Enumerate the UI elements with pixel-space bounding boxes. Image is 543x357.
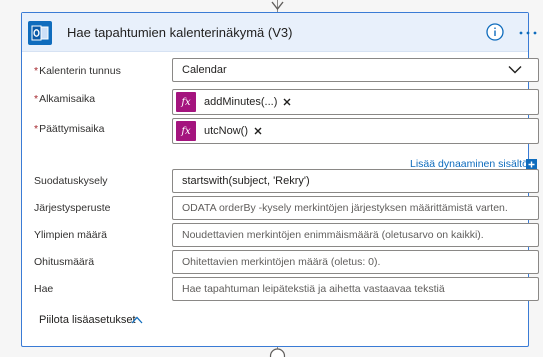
skip-count-field[interactable]: Ohitettavien merkintöjen määrä (oletus: … [172, 250, 539, 274]
search-field[interactable]: Hae tapahtuman leipätekstiä ja aihetta v… [172, 277, 539, 301]
search-label: Hae [34, 283, 54, 295]
filter-query-label: Suodatuskysely [34, 175, 108, 187]
end-time-field[interactable]: fx utcNow() [172, 118, 539, 144]
expression-token[interactable]: fx addMinutes(...) [176, 92, 291, 112]
start-time-label: *Alkamisaika [34, 93, 95, 105]
order-by-label: Järjestysperuste [34, 202, 111, 214]
remove-token-icon[interactable] [283, 98, 291, 106]
calendar-id-select[interactable]: Calendar [172, 58, 539, 82]
add-step-icon[interactable] [269, 346, 286, 357]
arrow-down-icon [271, 1, 284, 11]
skip-count-placeholder: Ohitettavien merkintöjen määrä (oletus: … [182, 256, 381, 268]
filter-query-value: startswith(subject, 'Rekry') [182, 175, 310, 187]
filter-query-field[interactable]: startswith(subject, 'Rekry') [172, 169, 539, 193]
end-time-label-text: Päättymisaika [39, 123, 105, 135]
search-placeholder: Hae tapahtuman leipätekstiä ja aihetta v… [182, 283, 445, 295]
card-title: Hae tapahtumien kalenterinäkymä (V3) [67, 25, 293, 40]
outlook-icon [28, 21, 52, 45]
chevron-up-icon[interactable] [131, 316, 143, 324]
expression-token[interactable]: fx utcNow() [176, 121, 262, 141]
start-time-field[interactable]: fx addMinutes(...) [172, 89, 539, 115]
function-icon: fx [176, 92, 196, 112]
required-marker: * [34, 93, 39, 105]
action-card: Hae tapahtumien kalenterinäkymä (V3) *Ka… [21, 12, 539, 347]
order-by-placeholder: ODATA orderBy -kysely merkintöjen järjes… [182, 202, 508, 214]
function-icon: fx [176, 121, 196, 141]
order-by-field[interactable]: ODATA orderBy -kysely merkintöjen järjes… [172, 196, 539, 220]
hide-advanced-options-toggle[interactable]: Piilota lisäasetukset [39, 314, 136, 326]
required-marker: * [34, 123, 39, 135]
info-icon[interactable] [486, 23, 504, 41]
token-label: addMinutes(...) [204, 96, 278, 108]
skip-count-label: Ohitusmäärä [34, 256, 95, 268]
more-options-icon[interactable] [518, 31, 538, 35]
token-label: utcNow() [204, 125, 249, 137]
end-time-label: *Päättymisaika [34, 123, 104, 135]
calendar-id-label: *Kalenterin tunnus [34, 65, 121, 77]
top-count-placeholder: Noudettavien merkintöjen enimmäismäärä (… [182, 229, 484, 241]
top-count-field[interactable]: Noudettavien merkintöjen enimmäismäärä (… [172, 223, 539, 247]
remove-token-icon[interactable] [254, 127, 262, 135]
start-time-label-text: Alkamisaika [39, 93, 96, 105]
chevron-down-icon[interactable] [508, 65, 522, 74]
calendar-id-value: Calendar [182, 64, 227, 76]
top-count-label: Ylimpien määrä [34, 229, 107, 241]
card-header[interactable]: Hae tapahtumien kalenterinäkymä (V3) [22, 13, 537, 52]
required-marker: * [34, 65, 39, 77]
calendar-id-label-text: Kalenterin tunnus [39, 65, 121, 77]
